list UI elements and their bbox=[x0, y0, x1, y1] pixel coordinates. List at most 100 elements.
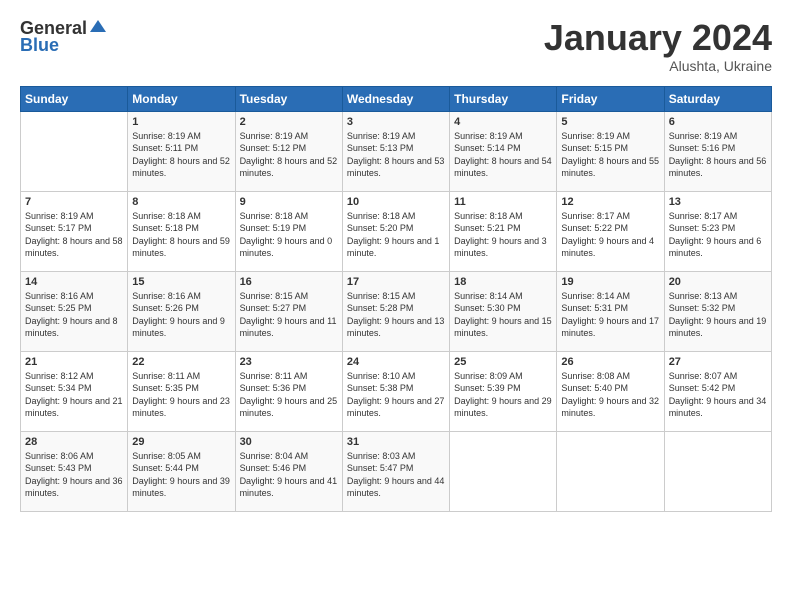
day-info: Sunrise: 8:18 AMSunset: 5:18 PMDaylight:… bbox=[132, 210, 230, 260]
table-row: 29 Sunrise: 8:05 AMSunset: 5:44 PMDaylig… bbox=[128, 431, 235, 511]
logo-blue: Blue bbox=[20, 35, 59, 56]
table-row: 27 Sunrise: 8:07 AMSunset: 5:42 PMDaylig… bbox=[664, 351, 771, 431]
logo: General Blue bbox=[20, 18, 108, 56]
table-row: 28 Sunrise: 8:06 AMSunset: 5:43 PMDaylig… bbox=[21, 431, 128, 511]
day-info: Sunrise: 8:12 AMSunset: 5:34 PMDaylight:… bbox=[25, 370, 123, 420]
table-row: 23 Sunrise: 8:11 AMSunset: 5:36 PMDaylig… bbox=[235, 351, 342, 431]
table-row: 30 Sunrise: 8:04 AMSunset: 5:46 PMDaylig… bbox=[235, 431, 342, 511]
day-info: Sunrise: 8:14 AMSunset: 5:30 PMDaylight:… bbox=[454, 290, 552, 340]
table-row bbox=[664, 431, 771, 511]
calendar-week-row: 7 Sunrise: 8:19 AMSunset: 5:17 PMDayligh… bbox=[21, 191, 772, 271]
day-info: Sunrise: 8:09 AMSunset: 5:39 PMDaylight:… bbox=[454, 370, 552, 420]
day-number: 7 bbox=[25, 196, 123, 208]
page-container: General Blue January 2024 Alushta, Ukrai… bbox=[0, 0, 792, 522]
month-title: January 2024 bbox=[544, 18, 772, 58]
day-number: 1 bbox=[132, 116, 230, 128]
col-tuesday: Tuesday bbox=[235, 86, 342, 111]
table-row: 4 Sunrise: 8:19 AMSunset: 5:14 PMDayligh… bbox=[450, 111, 557, 191]
day-info: Sunrise: 8:19 AMSunset: 5:16 PMDaylight:… bbox=[669, 130, 767, 180]
day-info: Sunrise: 8:10 AMSunset: 5:38 PMDaylight:… bbox=[347, 370, 445, 420]
day-info: Sunrise: 8:19 AMSunset: 5:11 PMDaylight:… bbox=[132, 130, 230, 180]
table-row: 19 Sunrise: 8:14 AMSunset: 5:31 PMDaylig… bbox=[557, 271, 664, 351]
table-row: 5 Sunrise: 8:19 AMSunset: 5:15 PMDayligh… bbox=[557, 111, 664, 191]
day-number: 13 bbox=[669, 196, 767, 208]
day-number: 17 bbox=[347, 276, 445, 288]
day-number: 27 bbox=[669, 356, 767, 368]
calendar-week-row: 1 Sunrise: 8:19 AMSunset: 5:11 PMDayligh… bbox=[21, 111, 772, 191]
day-number: 4 bbox=[454, 116, 552, 128]
table-row: 2 Sunrise: 8:19 AMSunset: 5:12 PMDayligh… bbox=[235, 111, 342, 191]
col-thursday: Thursday bbox=[450, 86, 557, 111]
table-row: 7 Sunrise: 8:19 AMSunset: 5:17 PMDayligh… bbox=[21, 191, 128, 271]
day-number: 15 bbox=[132, 276, 230, 288]
day-number: 26 bbox=[561, 356, 659, 368]
day-info: Sunrise: 8:15 AMSunset: 5:27 PMDaylight:… bbox=[240, 290, 338, 340]
day-number: 11 bbox=[454, 196, 552, 208]
table-row: 12 Sunrise: 8:17 AMSunset: 5:22 PMDaylig… bbox=[557, 191, 664, 271]
calendar-header-row: Sunday Monday Tuesday Wednesday Thursday… bbox=[21, 86, 772, 111]
calendar-week-row: 28 Sunrise: 8:06 AMSunset: 5:43 PMDaylig… bbox=[21, 431, 772, 511]
day-info: Sunrise: 8:05 AMSunset: 5:44 PMDaylight:… bbox=[132, 450, 230, 500]
calendar-table: Sunday Monday Tuesday Wednesday Thursday… bbox=[20, 86, 772, 512]
table-row: 14 Sunrise: 8:16 AMSunset: 5:25 PMDaylig… bbox=[21, 271, 128, 351]
day-number: 9 bbox=[240, 196, 338, 208]
title-block: January 2024 Alushta, Ukraine bbox=[544, 18, 772, 74]
table-row: 3 Sunrise: 8:19 AMSunset: 5:13 PMDayligh… bbox=[342, 111, 449, 191]
day-info: Sunrise: 8:19 AMSunset: 5:12 PMDaylight:… bbox=[240, 130, 338, 180]
day-info: Sunrise: 8:15 AMSunset: 5:28 PMDaylight:… bbox=[347, 290, 445, 340]
day-info: Sunrise: 8:16 AMSunset: 5:26 PMDaylight:… bbox=[132, 290, 230, 340]
day-number: 18 bbox=[454, 276, 552, 288]
day-number: 23 bbox=[240, 356, 338, 368]
table-row bbox=[450, 431, 557, 511]
table-row: 10 Sunrise: 8:18 AMSunset: 5:20 PMDaylig… bbox=[342, 191, 449, 271]
table-row: 11 Sunrise: 8:18 AMSunset: 5:21 PMDaylig… bbox=[450, 191, 557, 271]
col-saturday: Saturday bbox=[664, 86, 771, 111]
table-row: 15 Sunrise: 8:16 AMSunset: 5:26 PMDaylig… bbox=[128, 271, 235, 351]
day-number: 28 bbox=[25, 436, 123, 448]
table-row: 6 Sunrise: 8:19 AMSunset: 5:16 PMDayligh… bbox=[664, 111, 771, 191]
table-row: 26 Sunrise: 8:08 AMSunset: 5:40 PMDaylig… bbox=[557, 351, 664, 431]
table-row: 17 Sunrise: 8:15 AMSunset: 5:28 PMDaylig… bbox=[342, 271, 449, 351]
day-number: 16 bbox=[240, 276, 338, 288]
day-info: Sunrise: 8:19 AMSunset: 5:14 PMDaylight:… bbox=[454, 130, 552, 180]
day-number: 21 bbox=[25, 356, 123, 368]
table-row: 18 Sunrise: 8:14 AMSunset: 5:30 PMDaylig… bbox=[450, 271, 557, 351]
day-number: 3 bbox=[347, 116, 445, 128]
col-wednesday: Wednesday bbox=[342, 86, 449, 111]
logo-icon bbox=[88, 18, 108, 38]
day-number: 24 bbox=[347, 356, 445, 368]
day-number: 5 bbox=[561, 116, 659, 128]
day-info: Sunrise: 8:14 AMSunset: 5:31 PMDaylight:… bbox=[561, 290, 659, 340]
calendar-week-row: 14 Sunrise: 8:16 AMSunset: 5:25 PMDaylig… bbox=[21, 271, 772, 351]
table-row: 9 Sunrise: 8:18 AMSunset: 5:19 PMDayligh… bbox=[235, 191, 342, 271]
table-row: 8 Sunrise: 8:18 AMSunset: 5:18 PMDayligh… bbox=[128, 191, 235, 271]
table-row: 31 Sunrise: 8:03 AMSunset: 5:47 PMDaylig… bbox=[342, 431, 449, 511]
calendar-week-row: 21 Sunrise: 8:12 AMSunset: 5:34 PMDaylig… bbox=[21, 351, 772, 431]
day-info: Sunrise: 8:18 AMSunset: 5:19 PMDaylight:… bbox=[240, 210, 338, 260]
day-number: 8 bbox=[132, 196, 230, 208]
day-info: Sunrise: 8:17 AMSunset: 5:23 PMDaylight:… bbox=[669, 210, 767, 260]
day-info: Sunrise: 8:13 AMSunset: 5:32 PMDaylight:… bbox=[669, 290, 767, 340]
day-number: 25 bbox=[454, 356, 552, 368]
day-number: 19 bbox=[561, 276, 659, 288]
table-row: 22 Sunrise: 8:11 AMSunset: 5:35 PMDaylig… bbox=[128, 351, 235, 431]
table-row bbox=[21, 111, 128, 191]
table-row: 25 Sunrise: 8:09 AMSunset: 5:39 PMDaylig… bbox=[450, 351, 557, 431]
day-info: Sunrise: 8:04 AMSunset: 5:46 PMDaylight:… bbox=[240, 450, 338, 500]
day-info: Sunrise: 8:18 AMSunset: 5:21 PMDaylight:… bbox=[454, 210, 552, 260]
table-row: 1 Sunrise: 8:19 AMSunset: 5:11 PMDayligh… bbox=[128, 111, 235, 191]
day-info: Sunrise: 8:17 AMSunset: 5:22 PMDaylight:… bbox=[561, 210, 659, 260]
day-number: 2 bbox=[240, 116, 338, 128]
header: General Blue January 2024 Alushta, Ukrai… bbox=[20, 18, 772, 74]
day-info: Sunrise: 8:16 AMSunset: 5:25 PMDaylight:… bbox=[25, 290, 123, 340]
table-row: 24 Sunrise: 8:10 AMSunset: 5:38 PMDaylig… bbox=[342, 351, 449, 431]
day-info: Sunrise: 8:19 AMSunset: 5:17 PMDaylight:… bbox=[25, 210, 123, 260]
day-info: Sunrise: 8:11 AMSunset: 5:35 PMDaylight:… bbox=[132, 370, 230, 420]
day-info: Sunrise: 8:07 AMSunset: 5:42 PMDaylight:… bbox=[669, 370, 767, 420]
col-monday: Monday bbox=[128, 86, 235, 111]
day-number: 12 bbox=[561, 196, 659, 208]
day-info: Sunrise: 8:19 AMSunset: 5:13 PMDaylight:… bbox=[347, 130, 445, 180]
day-number: 22 bbox=[132, 356, 230, 368]
day-info: Sunrise: 8:06 AMSunset: 5:43 PMDaylight:… bbox=[25, 450, 123, 500]
day-info: Sunrise: 8:03 AMSunset: 5:47 PMDaylight:… bbox=[347, 450, 445, 500]
